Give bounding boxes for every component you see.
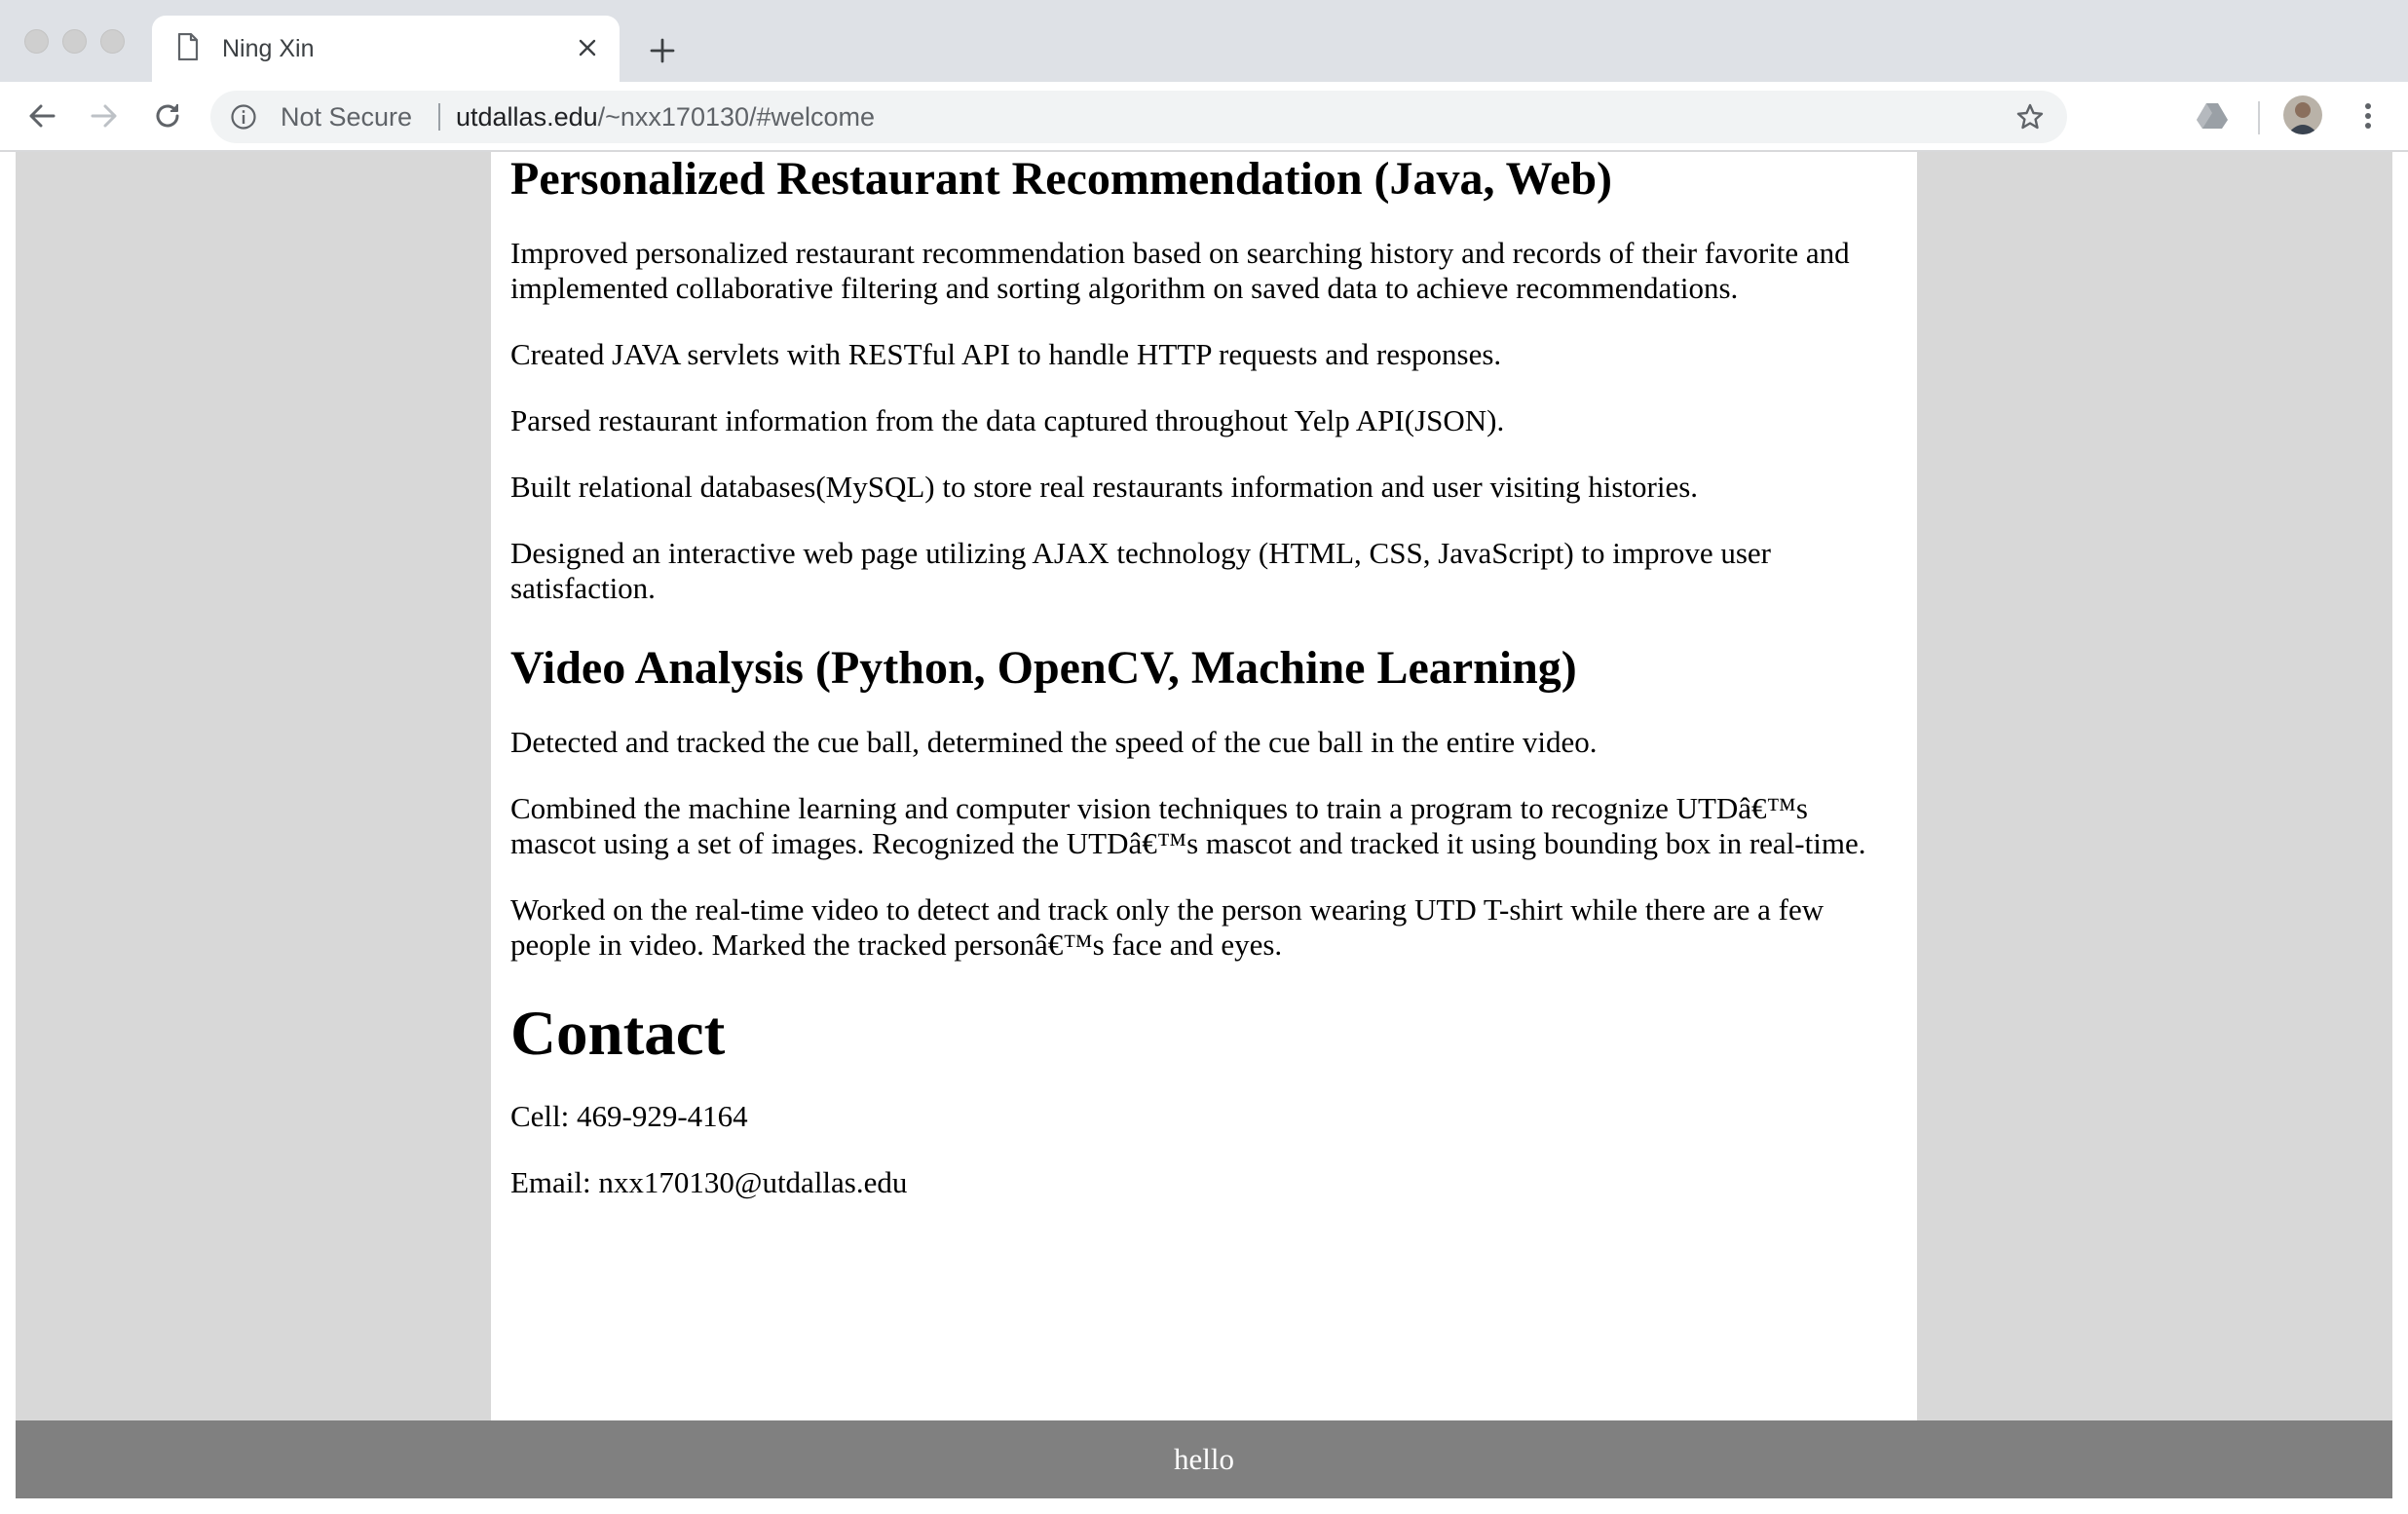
project-bullet: Parsed restaurant information from the d… — [510, 403, 1505, 437]
active-tab[interactable]: Ning Xin — [152, 16, 620, 82]
more-menu-icon[interactable] — [2348, 95, 2389, 136]
url-host: utdallas.edu — [456, 102, 598, 132]
project-bullet: Improved personalized restaurant recomme… — [510, 236, 1850, 305]
project-title: Personalized Restaurant Recommendation (… — [510, 153, 1612, 205]
page-footer: hello — [16, 1420, 2392, 1498]
page-icon — [177, 32, 199, 61]
url-path: /~nxx170130/#welcome — [597, 102, 876, 132]
omnibox-divider — [438, 103, 440, 131]
project-bullet: Worked on the real-time video to detect … — [510, 892, 1825, 962]
project-bullet: Designed an interactive web page utilizi… — [510, 536, 1771, 605]
info-icon[interactable] — [230, 103, 257, 131]
browser-toolbar: Not Secure utdallas.edu/~nxx170130/#welc… — [0, 82, 2408, 152]
footer-text: hello — [1174, 1442, 1234, 1476]
main-content: Personalized Restaurant Recommendation (… — [491, 152, 1917, 1420]
contact-email: Email: nxx170130@utdallas.edu — [510, 1165, 908, 1199]
bookmark-star-icon[interactable] — [2014, 101, 2046, 132]
profile-avatar[interactable] — [2283, 95, 2322, 134]
project-bullet: Created JAVA servlets with RESTful API t… — [510, 337, 1502, 371]
tab-strip: Ning Xin — [0, 0, 2408, 82]
page-viewport: Personalized Restaurant Recommendation (… — [0, 152, 2408, 1514]
address-bar[interactable]: Not Secure utdallas.edu/~nxx170130/#welc… — [210, 91, 2067, 143]
reload-icon[interactable] — [147, 95, 188, 136]
back-arrow-icon[interactable] — [21, 95, 62, 136]
tab-title: Ning Xin — [222, 35, 315, 62]
url-text[interactable]: utdallas.edu/~nxx170130/#welcome — [456, 101, 875, 132]
window-close-button[interactable] — [24, 29, 49, 54]
new-tab-icon[interactable] — [643, 31, 682, 70]
close-tab-icon[interactable] — [573, 33, 602, 62]
window-maximize-button[interactable] — [100, 29, 125, 54]
forward-arrow-icon[interactable] — [84, 95, 125, 136]
security-label[interactable]: Not Secure — [281, 101, 412, 132]
contact-cell: Cell: 469-929-4164 — [510, 1099, 748, 1133]
toolbar-divider — [2258, 101, 2260, 134]
contact-heading: Contact — [510, 999, 726, 1069]
project-title: Video Analysis (Python, OpenCV, Machine … — [510, 642, 1577, 694]
window-minimize-button[interactable] — [62, 29, 87, 54]
google-drive-icon[interactable] — [2192, 95, 2233, 136]
project-bullet: Built relational databases(MySQL) to sto… — [510, 470, 1699, 504]
project-bullet: Combined the machine learning and comput… — [510, 791, 1866, 860]
project-bullet: Detected and tracked the cue ball, deter… — [510, 725, 1598, 759]
